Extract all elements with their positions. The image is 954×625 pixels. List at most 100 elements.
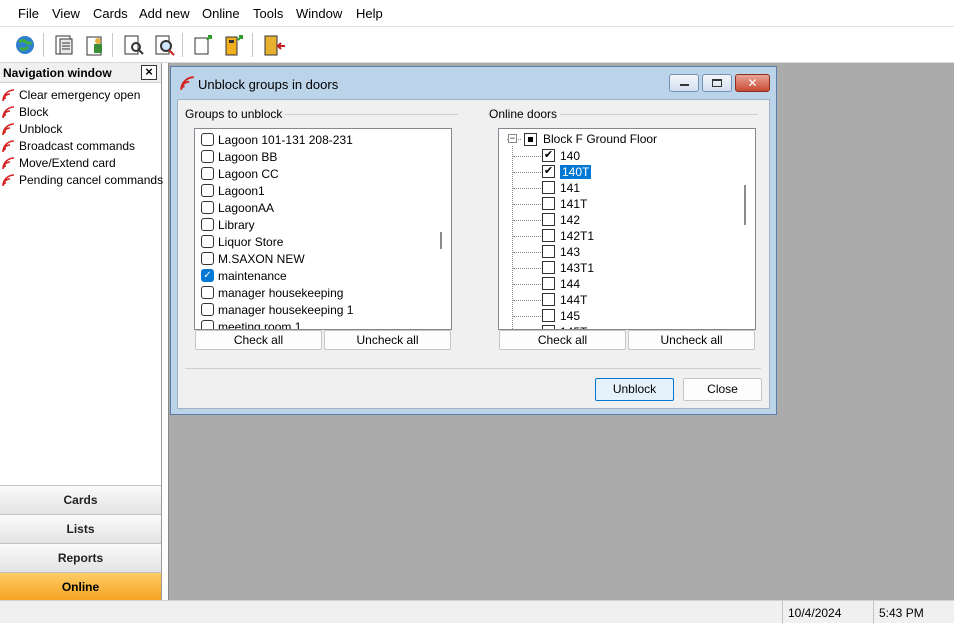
nav-close-button[interactable]: × — [141, 65, 157, 80]
menu-online[interactable]: Online — [202, 6, 240, 21]
door-checkbox[interactable] — [542, 197, 555, 210]
tree-connector — [513, 188, 541, 189]
door-row[interactable]: 142T1 — [499, 228, 739, 245]
nav-tab-reports[interactable]: Reports — [0, 543, 161, 572]
groups-list[interactable]: Lagoon 101-131 208-231 Lagoon BB Lagoon CC… — [194, 128, 452, 330]
nav-item-pending-cancel-commands[interactable]: Pending cancel commands — [0, 172, 163, 189]
doors-tree[interactable]: − Block F Ground Floor ✔ 140 ✔ 140T 141 141T 1… — [498, 128, 756, 330]
door-checkbox[interactable] — [542, 181, 555, 194]
menu-help[interactable]: Help — [356, 6, 383, 21]
close-icon[interactable]: ✕ — [735, 74, 770, 92]
close-button[interactable]: Close — [683, 378, 762, 401]
search-doc-icon[interactable] — [120, 32, 146, 58]
search-zoom-icon[interactable] — [151, 32, 177, 58]
toolbar — [0, 27, 954, 63]
door-row[interactable]: 142 — [499, 212, 739, 229]
group-checkbox[interactable] — [201, 150, 214, 163]
groups-scrollbar[interactable] — [440, 232, 442, 249]
door-checkbox[interactable] — [542, 229, 555, 242]
menu-file[interactable]: File — [18, 6, 39, 21]
group-row[interactable]: LagoonAA — [195, 200, 435, 217]
door-row[interactable]: 143 — [499, 244, 739, 261]
nav-item-clear-emergency-open[interactable]: Clear emergency open — [0, 87, 160, 104]
nav-item-broadcast-commands[interactable]: Broadcast commands — [0, 138, 160, 155]
door-checkbox[interactable] — [542, 261, 555, 274]
group-row[interactable]: ✓ maintenance — [195, 268, 435, 285]
doors-uncheck-all-button[interactable]: Uncheck all — [628, 330, 755, 350]
tree-collapse-icon[interactable]: − — [508, 134, 517, 143]
nav-item-block[interactable]: Block — [0, 104, 160, 121]
door-checkbox[interactable] — [542, 277, 555, 290]
group-label: Lagoon1 — [218, 184, 265, 198]
menu-tools[interactable]: Tools — [253, 6, 283, 21]
door-row[interactable]: ✔ 140 — [499, 148, 739, 165]
group-checkbox[interactable] — [201, 184, 214, 197]
door-checkbox[interactable] — [542, 245, 555, 258]
door-row[interactable]: 144 — [499, 276, 739, 293]
minimize-button[interactable] — [669, 74, 699, 92]
groups-uncheck-all-button[interactable]: Uncheck all — [324, 330, 451, 350]
door-row[interactable]: 144T — [499, 292, 739, 309]
group-checkbox[interactable] — [201, 201, 214, 214]
group-row[interactable]: Lagoon BB — [195, 149, 435, 166]
tree-connector — [513, 220, 541, 221]
group-row[interactable]: M.SAXON NEW — [195, 251, 435, 268]
door-row[interactable]: 141 — [499, 180, 739, 197]
door-row[interactable]: 145 — [499, 308, 739, 325]
door-checkbox[interactable]: ✔ — [542, 165, 555, 178]
globe-icon[interactable] — [12, 32, 38, 58]
group-checkbox[interactable] — [201, 320, 214, 329]
door-checkbox[interactable] — [542, 293, 555, 306]
card-user-icon[interactable] — [82, 32, 108, 58]
group-row[interactable]: manager housekeeping — [195, 285, 435, 302]
group-checkbox[interactable] — [201, 218, 214, 231]
group-row[interactable]: Lagoon1 — [195, 183, 435, 200]
exit-door-icon[interactable] — [260, 32, 286, 58]
menu-add-new[interactable]: Add new — [139, 6, 190, 21]
door-row[interactable]: ✔ 140T — [499, 164, 739, 181]
nav-tab-online[interactable]: Online — [0, 572, 161, 601]
group-row[interactable]: Lagoon CC — [195, 166, 435, 183]
maximize-button[interactable] — [702, 74, 732, 92]
group-label: meeting room 1 — [218, 320, 302, 330]
menu-view[interactable]: View — [52, 6, 80, 21]
door-checkbox[interactable] — [542, 213, 555, 226]
nav-item-move-extend-card[interactable]: Move/Extend card — [0, 155, 160, 172]
group-checkbox[interactable] — [201, 167, 214, 180]
group-label: Liquor Store — [218, 235, 284, 249]
doors-scrollbar[interactable] — [744, 185, 746, 225]
menu-cards[interactable]: Cards — [93, 6, 128, 21]
nav-tab-lists[interactable]: Lists — [0, 514, 161, 543]
card-list-icon[interactable] — [51, 32, 77, 58]
door-row[interactable]: 143T1 — [499, 260, 739, 277]
group-row[interactable]: Library — [195, 217, 435, 234]
nav-tab-cards[interactable]: Cards — [0, 485, 161, 514]
door-card-icon[interactable] — [221, 32, 247, 58]
group-checkbox[interactable] — [201, 303, 214, 316]
tree-root-label: Block F Ground Floor — [543, 132, 658, 146]
nav-item-unblock[interactable]: Unblock — [0, 121, 160, 138]
door-label: 142T1 — [560, 229, 595, 243]
door-checkbox[interactable] — [542, 309, 555, 322]
group-row[interactable]: meeting room 1 — [195, 319, 435, 330]
group-checkbox[interactable]: ✓ — [201, 269, 214, 282]
menu-window[interactable]: Window — [296, 6, 342, 21]
group-row[interactable]: Lagoon 101-131 208-231 — [195, 132, 435, 149]
group-row[interactable]: manager housekeeping 1 — [195, 302, 435, 319]
door-row[interactable]: 141T — [499, 196, 739, 213]
tree-root-checkbox[interactable] — [524, 133, 537, 146]
door-label: 143T1 — [560, 261, 595, 275]
group-checkbox[interactable] — [201, 133, 214, 146]
tree-connector — [513, 156, 541, 157]
group-checkbox[interactable] — [201, 252, 214, 265]
group-row[interactable]: Liquor Store — [195, 234, 435, 251]
group-checkbox[interactable] — [201, 286, 214, 299]
door-checkbox[interactable]: ✔ — [542, 149, 555, 162]
groups-check-all-button[interactable]: Check all — [195, 330, 322, 350]
unblock-button[interactable]: Unblock — [595, 378, 674, 401]
group-label: Lagoon BB — [218, 150, 278, 164]
doors-check-all-button[interactable]: Check all — [499, 330, 626, 350]
door-label: 141 — [560, 181, 581, 195]
group-checkbox[interactable] — [201, 235, 214, 248]
new-doc-icon[interactable] — [190, 32, 216, 58]
